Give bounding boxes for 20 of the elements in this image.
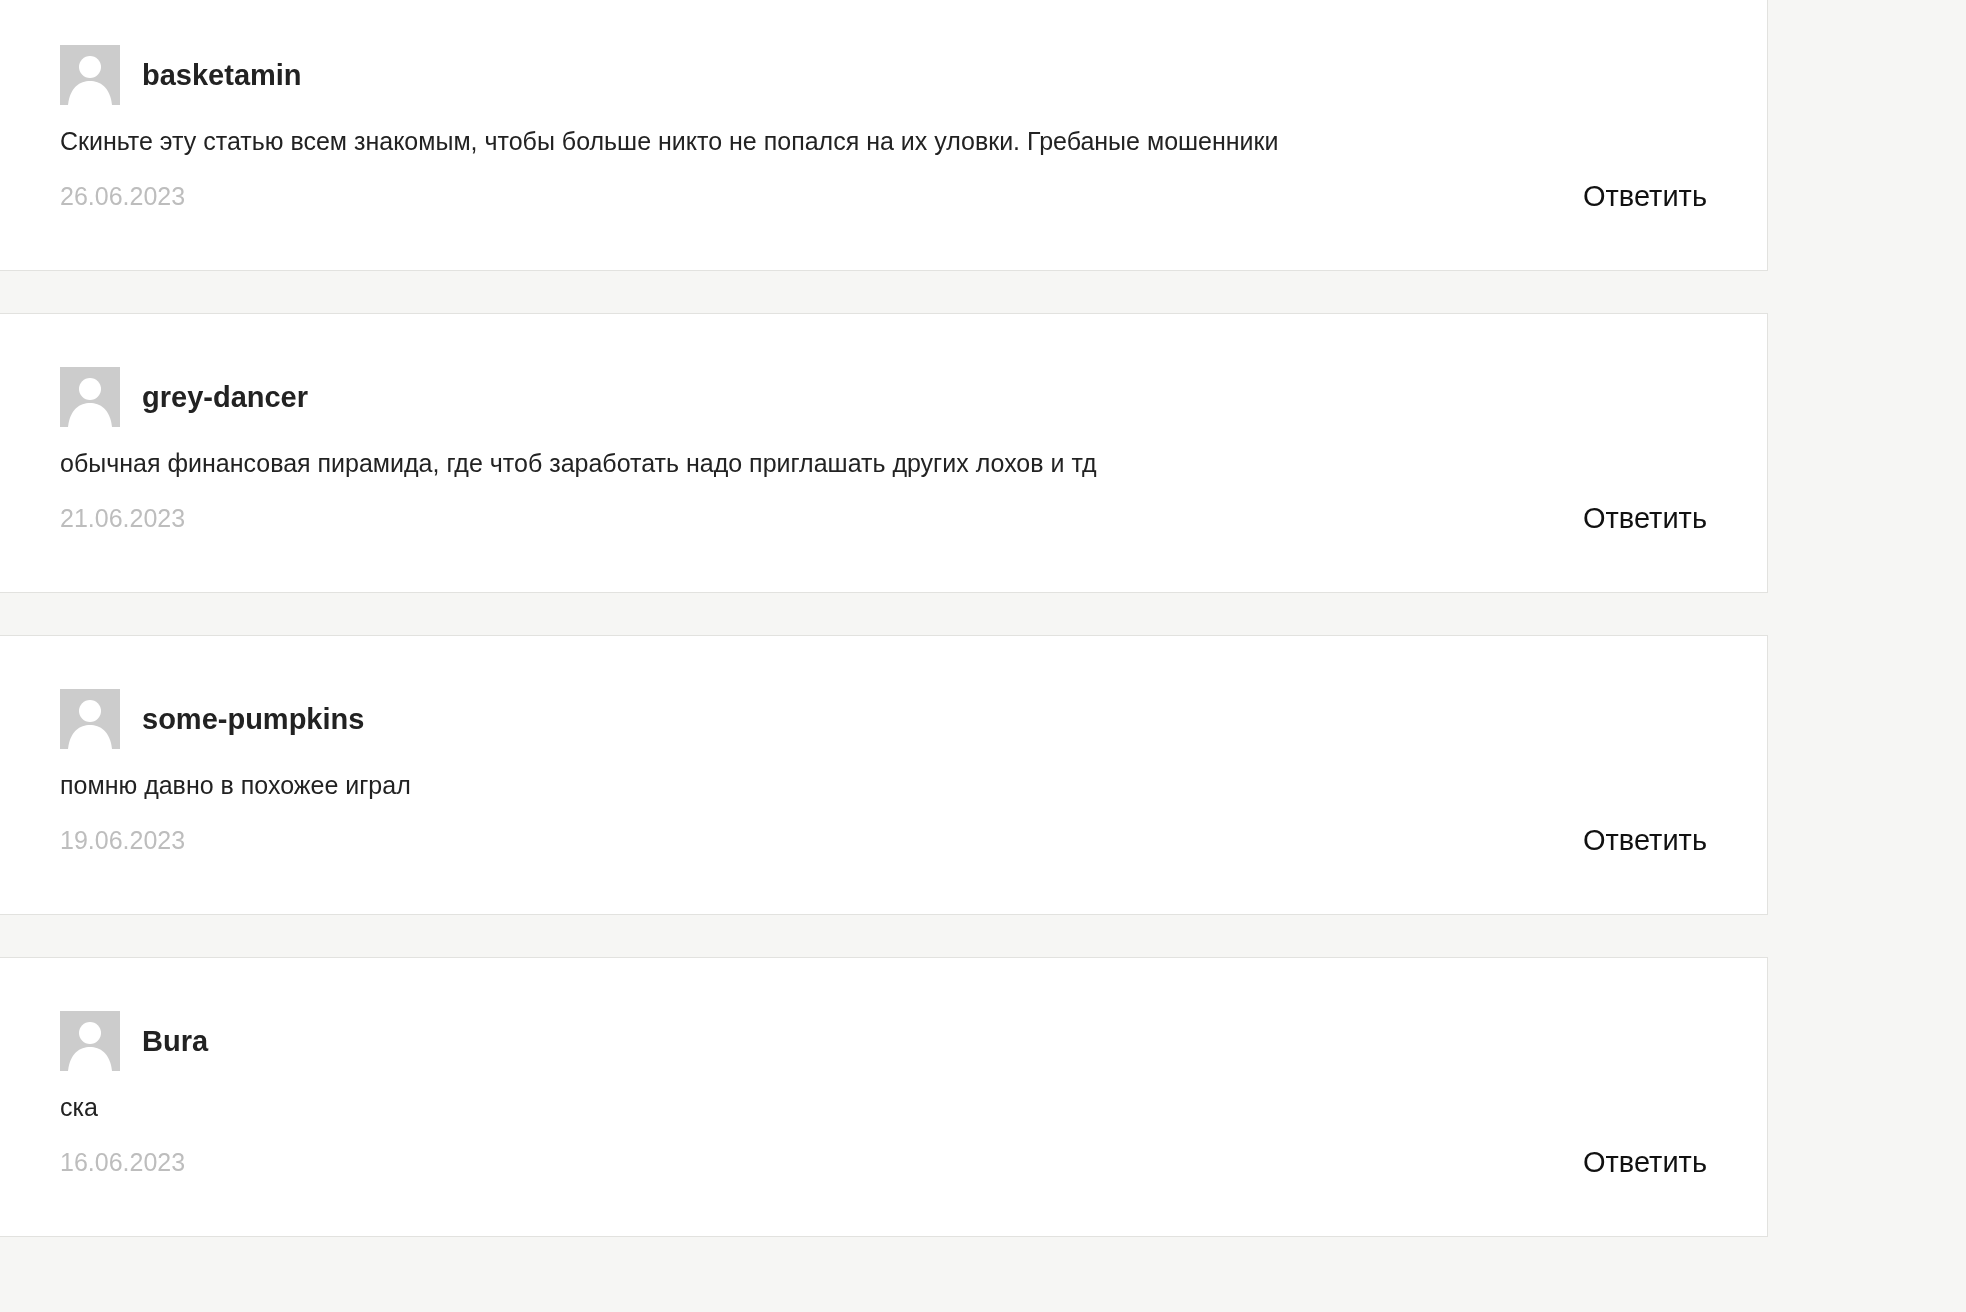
comment-text: обычная финансовая пирамида, где чтоб заработать надо приглашать других лохов и тд (60, 448, 1098, 479)
reply-link[interactable]: Ответить (1583, 823, 1707, 857)
comment-text: Скиньте эту статью всем знакомым, чтобы больше никто не попался на их уловки. Гребаные мошенники (60, 126, 1280, 157)
comment-date: 21.06.2023 (60, 503, 186, 533)
comment-author: Bura (142, 1024, 209, 1058)
comment-date: 16.06.2023 (60, 1147, 186, 1177)
reply-link[interactable]: Ответить (1583, 179, 1707, 213)
comment-author: basketamin (142, 58, 302, 92)
comment-text: помню давно в похожее играл (60, 770, 412, 801)
reply-link[interactable]: Ответить (1583, 1145, 1707, 1179)
avatar-icon (60, 689, 120, 749)
avatar-icon (60, 367, 120, 427)
comment-author: grey-dancer (142, 380, 308, 414)
reply-link[interactable]: Ответить (1583, 501, 1707, 535)
comment-date: 26.06.2023 (60, 181, 186, 211)
avatar-icon (60, 1011, 120, 1071)
avatar-icon (60, 45, 120, 105)
comment-text: ска (60, 1092, 99, 1123)
comment-author: some-pumpkins (142, 702, 365, 736)
comment-date: 19.06.2023 (60, 825, 186, 855)
